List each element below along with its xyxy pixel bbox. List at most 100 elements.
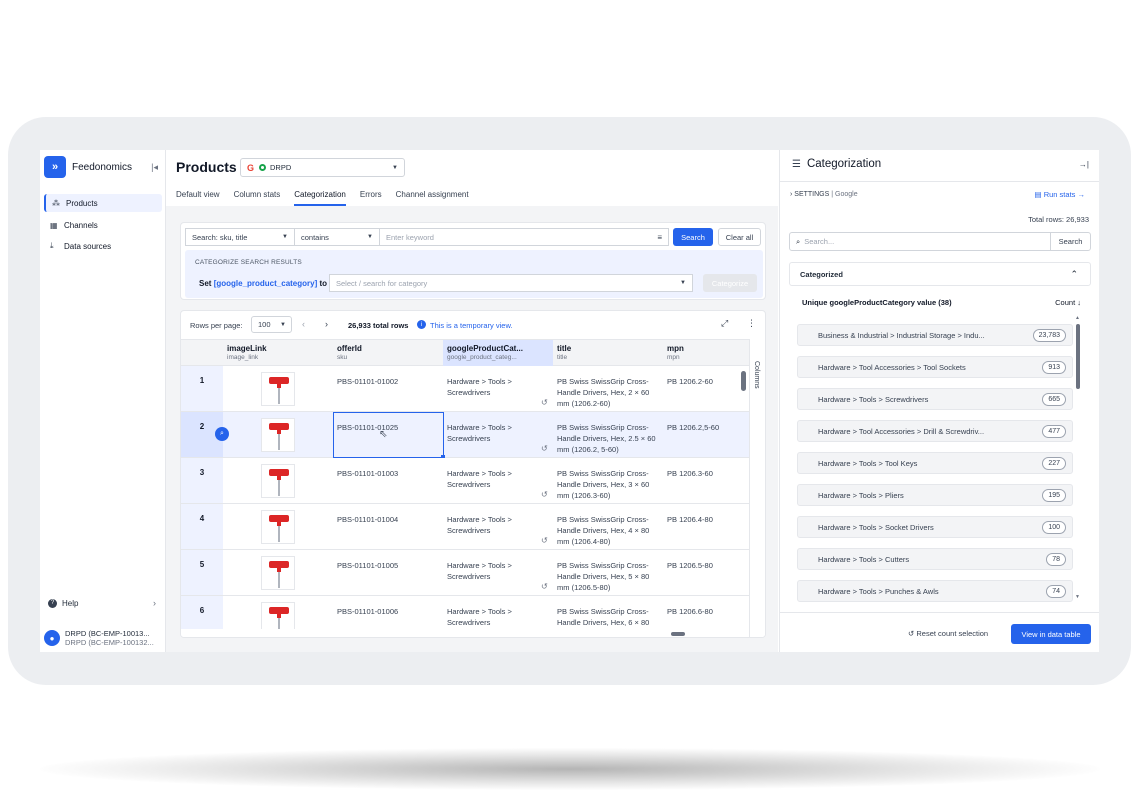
offer-id-cell[interactable]: PBS-01101-01005 [337, 560, 398, 571]
categorized-accordion[interactable]: Categorized ⌃ [789, 262, 1091, 286]
category-cell[interactable]: Hardware > Tools > Screwdrivers [447, 606, 537, 628]
brand[interactable]: » Feedonomics |◂ [44, 156, 162, 178]
column-header-google-product-category[interactable]: googleProductCat... google_product_categ… [447, 344, 523, 362]
revert-icon[interactable]: ↺ [541, 536, 548, 545]
category-list-item[interactable]: Business & Industrial > Industrial Stora… [797, 324, 1073, 346]
tab-errors[interactable]: Errors [360, 190, 382, 206]
zoom-icon[interactable]: ⌕ [215, 427, 229, 441]
offer-id-cell[interactable]: PBS-01101-01006 [337, 606, 398, 617]
title-cell[interactable]: PB Swiss SwissGrip Cross-Handle Drivers,… [557, 422, 663, 455]
offer-id-cell[interactable]: PBS-01101-01002 [337, 376, 398, 387]
panel-search-button[interactable]: Search [1050, 233, 1090, 250]
product-image[interactable] [261, 556, 295, 590]
product-image[interactable] [261, 510, 295, 544]
settings-toggle[interactable]: › SETTINGS | Google [790, 191, 858, 198]
column-header-title[interactable]: title title [557, 344, 571, 362]
column-sub-label: google_product_categ... [447, 354, 517, 361]
title-cell[interactable]: PB Swiss SwissGrip Cross-Handle Drivers,… [557, 376, 663, 409]
scroll-up-icon[interactable]: ▲ [1075, 315, 1080, 321]
sidebar-item-label: Data sources [64, 241, 112, 251]
operator-select[interactable]: contains ▼ [294, 228, 380, 246]
revert-icon[interactable]: ↺ [541, 490, 548, 499]
column-header-mpn[interactable]: mpn mpn [667, 344, 684, 362]
tab-channel-assignment[interactable]: Channel assignment [396, 190, 469, 206]
vertical-scrollbar[interactable] [741, 371, 746, 391]
column-header-imagelink[interactable]: imageLink image_link [227, 344, 267, 362]
user-account[interactable]: ● DRPD (BC-EMP-10013... DRPD (BC-EMP-100… [44, 626, 164, 650]
sidebar-item-channels[interactable]: ▦ Channels [44, 216, 162, 234]
more-options-icon[interactable]: ⋮ [747, 318, 756, 329]
columns-label: Columns [753, 361, 760, 389]
product-image[interactable] [261, 372, 295, 406]
column-header-offerid[interactable]: offerId sku [337, 344, 362, 362]
columns-rail[interactable]: Columns [749, 339, 765, 637]
count-sort-header[interactable]: Count ↓ [1055, 298, 1081, 307]
mpn-cell[interactable]: PB 1206.6-80 [667, 606, 713, 617]
expand-icon[interactable]: ⤢ [721, 318, 728, 329]
table-row[interactable]: 5 PBS-01101-01005 Hardware > Tools > Screw… [181, 550, 765, 596]
view-in-data-table-button[interactable]: View in data table [1011, 624, 1091, 644]
panel-search-input[interactable]: ⌕ Search... Search [789, 232, 1091, 251]
sidebar-item-products[interactable]: ⁂ Products [44, 194, 162, 212]
category-select[interactable]: Select / search for category ▼ [329, 274, 693, 292]
mpn-cell[interactable]: PB 1206.2-60 [667, 376, 713, 387]
collapse-sidebar-icon[interactable]: |◂ [151, 162, 158, 173]
help-link[interactable]: ? Help › [48, 598, 156, 608]
category-cell[interactable]: Hardware > Tools > Screwdrivers [447, 514, 537, 536]
table-row[interactable]: 2 PBS-01101-01025 Hardware > Tools > Screw… [181, 412, 765, 459]
revert-icon[interactable]: ↺ [541, 444, 548, 453]
category-cell[interactable]: Hardware > Tools > Screwdrivers [447, 376, 537, 398]
close-panel-icon[interactable]: →| [1079, 160, 1089, 169]
category-list-item[interactable]: Hardware > Tool Accessories > Tool Socke… [797, 356, 1073, 378]
category-list-item[interactable]: Hardware > Tool Accessories > Drill & Sc… [797, 420, 1073, 442]
revert-icon[interactable]: ↺ [541, 398, 548, 407]
product-image[interactable] [261, 418, 295, 452]
prev-page-icon[interactable]: ‹ [302, 319, 305, 329]
scroll-down-icon[interactable]: ▼ [1075, 594, 1080, 600]
scroll-thumb[interactable] [671, 632, 685, 636]
category-list-item[interactable]: Hardware > Tools > Socket Drivers 100 [797, 516, 1073, 538]
revert-icon[interactable]: ↺ [541, 582, 548, 591]
clear-all-button[interactable]: Clear all [718, 228, 761, 246]
next-page-icon[interactable]: › [325, 319, 328, 329]
horizontal-scrollbar[interactable] [181, 629, 749, 637]
category-cell[interactable]: Hardware > Tools > Screwdrivers [447, 468, 537, 490]
account-select[interactable]: G DRPD ▼ [240, 158, 405, 177]
title-cell[interactable]: PB Swiss SwissGrip Cross-Handle Drivers,… [557, 468, 663, 501]
table-row[interactable]: 4 PBS-01101-01004 Hardware > Tools > Screw… [181, 504, 765, 550]
mpn-cell[interactable]: PB 1206.2,5-60 [667, 422, 719, 433]
keyword-input[interactable]: Enter keyword ≡ [379, 228, 669, 246]
category-list-item[interactable]: Hardware > Tools > Screwdrivers 665 [797, 388, 1073, 410]
offer-id-cell[interactable]: PBS-01101-01003 [337, 468, 398, 479]
panel-scrollbar[interactable] [1076, 324, 1080, 389]
mpn-cell[interactable]: PB 1206.3-60 [667, 468, 713, 479]
help-label: Help [62, 598, 79, 608]
tab-default-view[interactable]: Default view [176, 190, 220, 206]
table-row[interactable]: 3 PBS-01101-01003 Hardware > Tools > Screw… [181, 458, 765, 504]
rows-per-page-select[interactable]: 100 ▼ [251, 316, 292, 333]
category-list-item[interactable]: Hardware > Tools > Punches & Awls 74 [797, 580, 1073, 602]
table-row[interactable]: 1 PBS-01101-01002 Hardware > Tools > Screw… [181, 366, 765, 412]
selected-cell[interactable] [333, 412, 445, 459]
category-cell[interactable]: Hardware > Tools > Screwdrivers [447, 560, 537, 582]
tab-categorization[interactable]: Categorization [294, 190, 346, 206]
run-stats-link[interactable]: ▤ Run stats → [1035, 190, 1085, 199]
category-cell[interactable]: Hardware > Tools > Screwdrivers [447, 422, 537, 444]
tab-column-stats[interactable]: Column stats [234, 190, 281, 206]
reset-count-button[interactable]: ↺ Reset count selection [908, 629, 988, 638]
categorize-button[interactable]: Categorize [703, 274, 757, 292]
category-list-item[interactable]: Hardware > Tools > Tool Keys 227 [797, 452, 1073, 474]
title-cell[interactable]: PB Swiss SwissGrip Cross-Handle Drivers,… [557, 514, 663, 547]
product-image[interactable] [261, 464, 295, 498]
offer-id-cell[interactable]: PBS-01101-01004 [337, 514, 398, 525]
mpn-cell[interactable]: PB 1206.5-80 [667, 560, 713, 571]
category-list-item[interactable]: Hardware > Tools > Cutters 78 [797, 548, 1073, 570]
search-button[interactable]: Search [673, 228, 713, 246]
search-field-select[interactable]: Search: sku, title ▼ [185, 228, 295, 246]
category-name: Hardware > Tools > Tool Keys [818, 458, 918, 468]
title-cell[interactable]: PB Swiss SwissGrip Cross-Handle Drivers,… [557, 560, 663, 593]
mpn-cell[interactable]: PB 1206.4-80 [667, 514, 713, 525]
filter-icon[interactable]: ≡ [657, 233, 662, 242]
sidebar-item-data-sources[interactable]: ⤓ Data sources [44, 237, 162, 255]
category-list-item[interactable]: Hardware > Tools > Pliers 195 [797, 484, 1073, 506]
